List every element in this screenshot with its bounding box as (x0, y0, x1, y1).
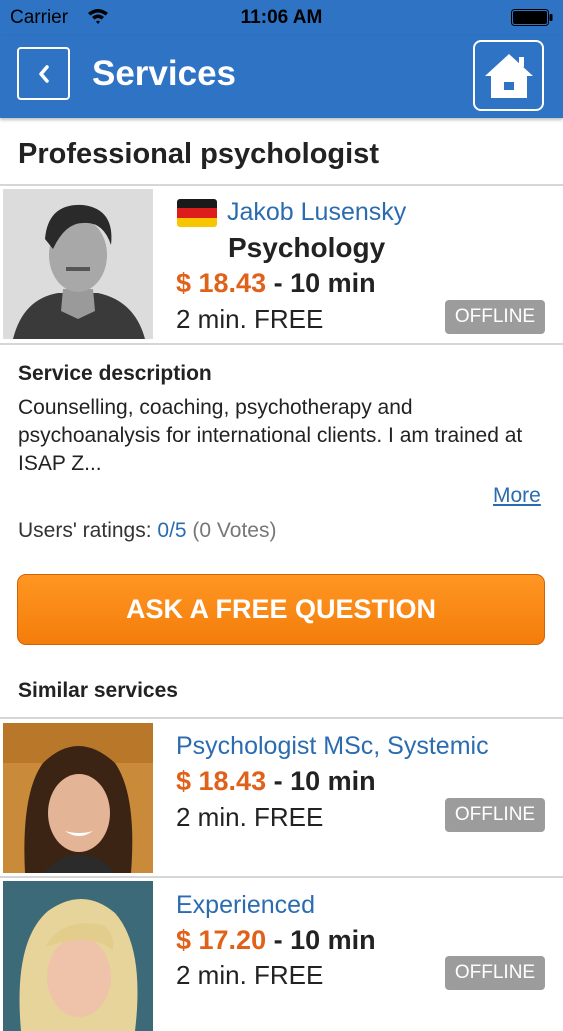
battery-icon (511, 9, 553, 26)
provider-photo[interactable] (3, 189, 153, 339)
divider (0, 184, 563, 186)
similar-services-heading: Similar services (18, 679, 178, 702)
service-category: Psychology (228, 232, 386, 263)
germany-flag-icon (177, 199, 217, 227)
back-button[interactable] (17, 47, 70, 100)
description-text: Counselling, coaching, psychotherapy and… (18, 396, 523, 475)
ratings-label: Users' ratings: (18, 519, 158, 542)
divider (0, 876, 563, 878)
divider (0, 717, 563, 719)
ratings-votes: (0 Votes) (186, 519, 277, 542)
provider-name-link[interactable]: Jakob Lusensky (227, 198, 406, 227)
price-line: $ 18.43 - 10 min (176, 268, 376, 299)
status-bar: Carrier 11:06 AM (0, 0, 563, 36)
description-heading: Service description (18, 362, 212, 385)
status-badge: OFFLINE (445, 300, 545, 334)
home-button[interactable] (473, 40, 544, 111)
ratings-score[interactable]: 0/5 (157, 519, 186, 542)
status-time: 11:06 AM (240, 7, 323, 28)
price-line: $ 18.43 - 10 min (176, 766, 376, 797)
home-icon (484, 53, 533, 98)
divider (0, 343, 563, 345)
free-trial-label: 2 min. FREE (176, 304, 324, 334)
similar-service-title-link[interactable]: Experienced (176, 891, 315, 920)
similar-service-title-link[interactable]: Psychologist MSc, Systemic (176, 732, 489, 761)
price: $ 18.43 (176, 268, 267, 298)
ask-free-question-button[interactable]: ASK A FREE QUESTION (17, 574, 545, 645)
price: $ 18.43 (176, 766, 267, 796)
page-title: Services (92, 54, 237, 93)
chevron-left-icon (38, 64, 49, 83)
free-trial-label: 2 min. FREE (176, 960, 324, 990)
status-badge: OFFLINE (445, 798, 545, 832)
price-line: $ 17.20 - 10 min (176, 925, 376, 956)
free-trial-label: 2 min. FREE (176, 802, 324, 832)
service-title: Professional psychologist (18, 138, 379, 170)
duration: - 10 min (266, 766, 376, 796)
duration: - 10 min (266, 925, 376, 955)
more-link[interactable]: More (493, 484, 541, 508)
status-badge: OFFLINE (445, 956, 545, 990)
price: $ 17.20 (176, 925, 267, 955)
similar-photo[interactable] (3, 881, 153, 1031)
duration: - 10 min (266, 268, 376, 298)
user-ratings: Users' ratings: 0/5 (0 Votes) (18, 519, 276, 543)
nav-bar: Services (0, 36, 563, 118)
similar-photo[interactable] (3, 723, 153, 873)
